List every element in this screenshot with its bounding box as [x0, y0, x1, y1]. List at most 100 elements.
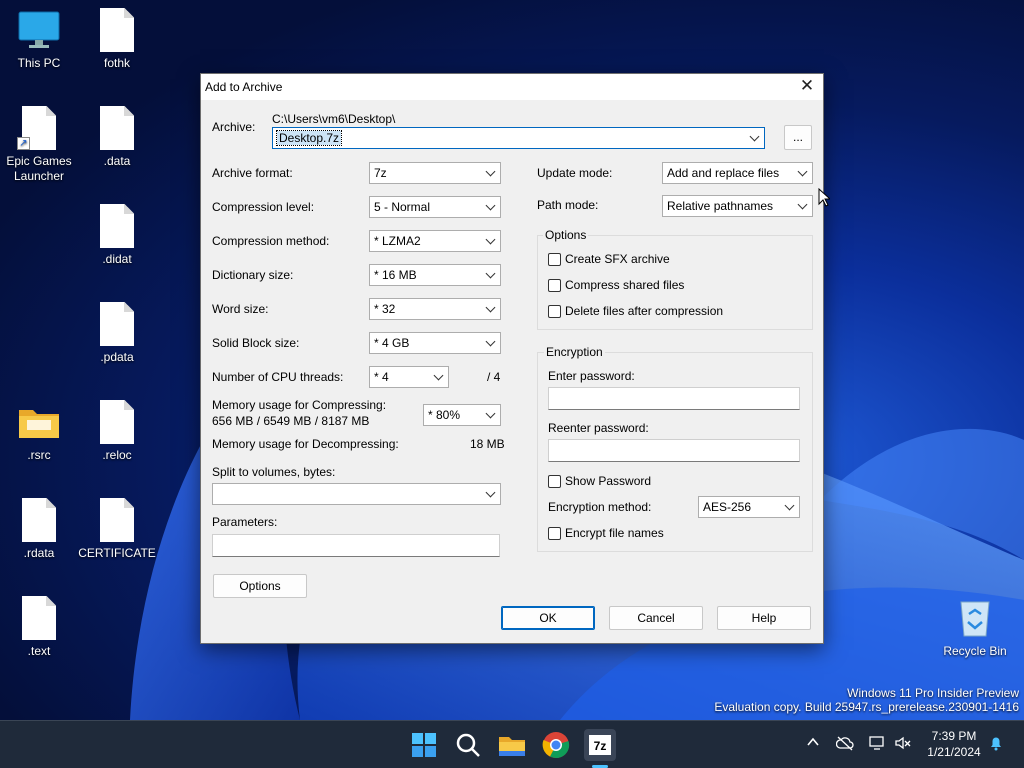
- clock-time: 7:39 PM: [931, 729, 977, 743]
- desktop-icon-label: .pdata: [100, 350, 134, 364]
- file-icon: [95, 498, 139, 542]
- checkbox-box[interactable]: [548, 526, 561, 540]
- mem-decompress-value: 18 MB: [470, 437, 505, 451]
- reenter-password-input[interactable]: [548, 439, 800, 462]
- browse-button[interactable]: ...: [784, 125, 812, 150]
- mem-compress-select[interactable]: * 80%: [423, 404, 501, 426]
- show-password-checkbox[interactable]: Show Password: [548, 474, 651, 488]
- delete-after-label: Delete files after compression: [565, 304, 724, 318]
- checkbox-box[interactable]: [548, 278, 561, 292]
- solid-block-select[interactable]: * 4 GB: [369, 332, 501, 354]
- help-button[interactable]: Help: [717, 606, 811, 630]
- desktop-icon-epic-games[interactable]: ↗ Epic Games Launcher: [0, 106, 78, 184]
- desktop-icon-rsrc[interactable]: .rsrc: [0, 400, 78, 463]
- checkbox-box[interactable]: [548, 252, 561, 266]
- ok-button[interactable]: OK: [501, 606, 595, 630]
- cpu-threads-max: / 4: [487, 370, 501, 384]
- os-watermark: Windows 11 Pro Insider Preview Evaluatio…: [714, 686, 1019, 714]
- dialog-titlebar[interactable]: Add to Archive ✕: [201, 74, 823, 100]
- volume-muted-icon[interactable]: [894, 735, 912, 754]
- desktop-icon-rdata[interactable]: .rdata: [0, 498, 78, 561]
- clock[interactable]: 7:39 PM 1/21/2024: [926, 729, 982, 759]
- update-mode-select[interactable]: Add and replace files: [662, 162, 813, 184]
- 7zip-icon[interactable]: 7z: [584, 729, 616, 761]
- enter-password-label: Enter password:: [548, 369, 635, 383]
- enter-password-input[interactable]: [548, 387, 800, 410]
- svg-text:7z: 7z: [594, 739, 607, 753]
- close-icon[interactable]: ✕: [797, 76, 817, 96]
- parameters-input[interactable]: [212, 534, 500, 557]
- desktop-icon-label: This PC: [17, 56, 61, 70]
- chevron-up-icon[interactable]: [806, 735, 820, 752]
- chevron-down-icon: [483, 265, 497, 285]
- desktop-icon-label: fothk: [103, 56, 130, 70]
- notification-bell-icon[interactable]: [988, 735, 1004, 754]
- desktop-icon-pdata[interactable]: .pdata: [78, 302, 156, 365]
- delete-after-checkbox[interactable]: Delete files after compression: [548, 304, 723, 318]
- chevron-down-icon: [483, 484, 497, 504]
- word-size-label: Word size:: [212, 302, 269, 316]
- start-icon[interactable]: [408, 729, 440, 761]
- split-volumes-combo[interactable]: [212, 483, 501, 505]
- folder-icon: [17, 400, 61, 444]
- word-size-select[interactable]: * 32: [369, 298, 501, 320]
- parameters-label: Parameters:: [212, 515, 278, 529]
- desktop-icon-label: .rdata: [23, 546, 55, 560]
- chrome-icon[interactable]: [540, 729, 572, 761]
- file-explorer-icon[interactable]: [496, 729, 528, 761]
- chevron-down-icon: [431, 367, 445, 387]
- options-button[interactable]: Options: [213, 574, 307, 598]
- taskbar: 7z 7:39 PM 1/21/2024: [0, 720, 1024, 768]
- path-mode-select[interactable]: Relative pathnames: [662, 195, 813, 217]
- cancel-button[interactable]: Cancel: [609, 606, 703, 630]
- encryption-method-label: Encryption method:: [548, 500, 652, 514]
- cloud-offline-icon[interactable]: [835, 735, 854, 754]
- checkbox-box[interactable]: [548, 474, 561, 488]
- add-to-archive-dialog: Add to Archive ✕ Archive: C:\Users\vm6\D…: [200, 73, 824, 644]
- chevron-down-icon: [782, 497, 796, 517]
- solid-block-label: Solid Block size:: [212, 336, 300, 350]
- chevron-down-icon: [483, 231, 497, 251]
- encryption-method-select[interactable]: AES-256: [698, 496, 800, 518]
- update-mode-label: Update mode:: [537, 166, 613, 180]
- compression-level-label: Compression level:: [212, 200, 315, 214]
- monitor-icon: [17, 8, 61, 52]
- encryption-group-title: Encryption: [544, 345, 605, 359]
- create-sfx-checkbox[interactable]: Create SFX archive: [548, 252, 670, 266]
- dictionary-size-select[interactable]: * 16 MB: [369, 264, 501, 286]
- mem-decompress-label: Memory usage for Decompressing:: [212, 437, 399, 451]
- file-icon: [95, 302, 139, 346]
- file-icon: [95, 204, 139, 248]
- search-icon[interactable]: [452, 729, 484, 761]
- compress-shared-checkbox[interactable]: Compress shared files: [548, 278, 684, 292]
- desktop-icon-this-pc[interactable]: This PC: [0, 8, 78, 71]
- shortcut-file-icon: ↗: [17, 106, 61, 150]
- archive-name-combo[interactable]: Desktop.7z: [272, 127, 765, 149]
- chevron-down-icon: [483, 197, 497, 217]
- archive-format-select[interactable]: 7z: [369, 162, 501, 184]
- encrypt-names-checkbox[interactable]: Encrypt file names: [548, 526, 664, 540]
- desktop-icon-data[interactable]: .data: [78, 106, 156, 169]
- encrypt-names-label: Encrypt file names: [565, 526, 664, 540]
- compression-method-select[interactable]: * LZMA2: [369, 230, 501, 252]
- file-icon: [17, 498, 61, 542]
- dictionary-size-value: * 16 MB: [374, 268, 417, 282]
- archive-format-value: 7z: [374, 166, 387, 180]
- encryption-method-value: AES-256: [703, 500, 752, 514]
- desktop-icon-didat[interactable]: .didat: [78, 204, 156, 267]
- split-volumes-label: Split to volumes, bytes:: [212, 465, 336, 479]
- desktop-icon-reloc[interactable]: .reloc: [78, 400, 156, 463]
- desktop-icon-text[interactable]: .text: [0, 596, 78, 659]
- compression-level-value: 5 - Normal: [374, 200, 431, 214]
- desktop-icon-label: .rsrc: [27, 448, 51, 462]
- desktop-icon-recycle-bin[interactable]: Recycle Bin: [936, 596, 1014, 659]
- desktop-icon-fothk[interactable]: fothk: [78, 8, 156, 71]
- desktop-icon-certificate[interactable]: CERTIFICATE: [78, 498, 156, 561]
- chevron-down-icon[interactable]: [747, 128, 761, 148]
- cpu-threads-select[interactable]: * 4: [369, 366, 449, 388]
- dictionary-size-label: Dictionary size:: [212, 268, 294, 282]
- network-icon[interactable]: [868, 735, 886, 754]
- compression-level-select[interactable]: 5 - Normal: [369, 196, 501, 218]
- file-icon: [95, 106, 139, 150]
- checkbox-box[interactable]: [548, 304, 561, 318]
